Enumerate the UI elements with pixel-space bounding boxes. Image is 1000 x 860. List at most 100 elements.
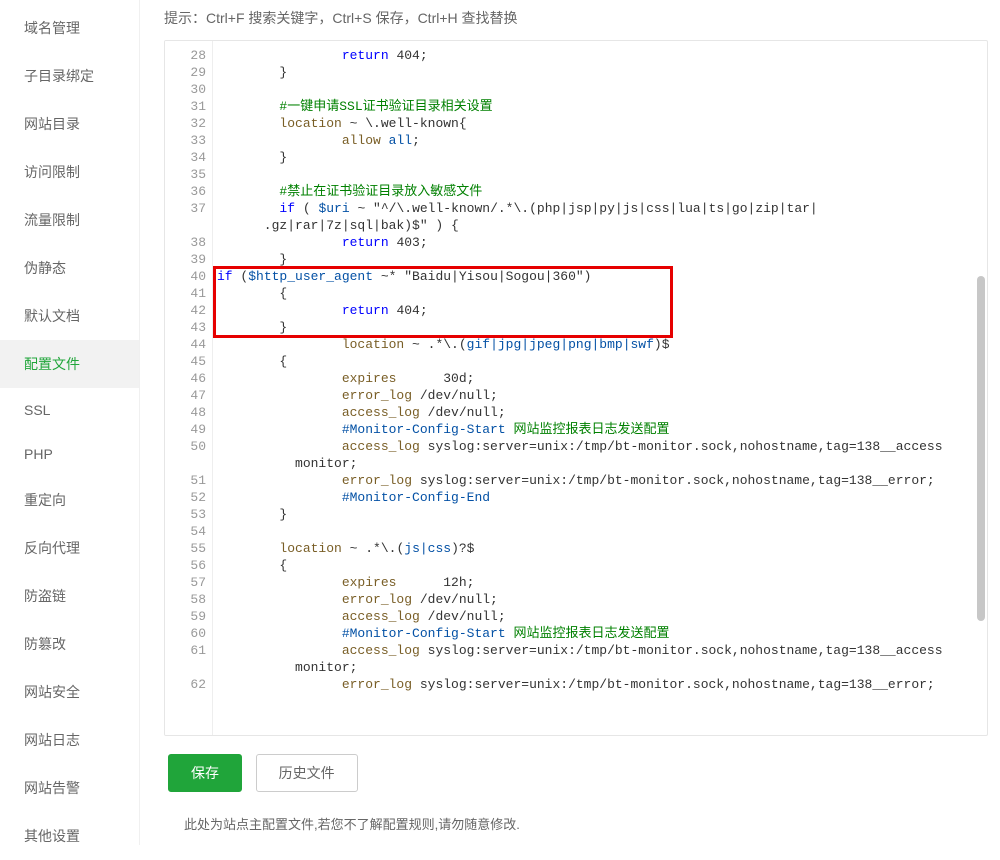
sidebar-item-12[interactable]: 防盗链	[0, 572, 139, 620]
code-line: monitor;	[217, 659, 981, 676]
sidebar-item-1[interactable]: 子目录绑定	[0, 52, 139, 100]
line-number: 55	[165, 540, 206, 557]
code-line: error_log syslog:server=unix:/tmp/bt-mon…	[217, 472, 981, 489]
code-line: }	[217, 251, 981, 268]
line-number: 62	[165, 676, 206, 693]
code-line: access_log syslog:server=unix:/tmp/bt-mo…	[217, 438, 981, 455]
code-line: expires 30d;	[217, 370, 981, 387]
code-line: #禁止在证书验证目录放入敏感文件	[217, 183, 981, 200]
line-number: 49	[165, 421, 206, 438]
code-line: }	[217, 319, 981, 336]
code-line: return 403;	[217, 234, 981, 251]
sidebar-item-10[interactable]: 重定向	[0, 476, 139, 524]
sidebar-item-5[interactable]: 伪静态	[0, 244, 139, 292]
sidebar: 域名管理子目录绑定网站目录访问限制流量限制伪静态默认文档配置文件SSLPHP重定…	[0, 0, 140, 845]
line-number: 54	[165, 523, 206, 540]
sidebar-item-9[interactable]: PHP	[0, 432, 139, 476]
code-line: #Monitor-Config-Start 网站监控报表日志发送配置	[217, 625, 981, 642]
code-line: expires 12h;	[217, 574, 981, 591]
line-number: 31	[165, 98, 206, 115]
code-line: return 404;	[217, 47, 981, 64]
code-line: error_log syslog:server=unix:/tmp/bt-mon…	[217, 676, 981, 693]
line-number: 56	[165, 557, 206, 574]
code-line: error_log /dev/null;	[217, 387, 981, 404]
line-number: 35	[165, 166, 206, 183]
code-line: location ~ .*\.(gif|jpg|jpeg|png|bmp|swf…	[217, 336, 981, 353]
sidebar-item-11[interactable]: 反向代理	[0, 524, 139, 572]
line-number: 29	[165, 64, 206, 81]
sidebar-item-2[interactable]: 网站目录	[0, 100, 139, 148]
line-number: 38	[165, 234, 206, 251]
line-number: 61	[165, 642, 206, 659]
line-number: 36	[165, 183, 206, 200]
line-number: 33	[165, 132, 206, 149]
line-number: 41	[165, 285, 206, 302]
line-number: 60	[165, 625, 206, 642]
code-line: }	[217, 64, 981, 81]
code-line: allow all;	[217, 132, 981, 149]
line-number	[165, 659, 206, 676]
code-line: access_log /dev/null;	[217, 608, 981, 625]
code-line: #一键申请SSL证书验证目录相关设置	[217, 98, 981, 115]
sidebar-item-13[interactable]: 防篡改	[0, 620, 139, 668]
line-number: 34	[165, 149, 206, 166]
main-panel: 提示：Ctrl+F 搜索关键字，Ctrl+S 保存，Ctrl+H 查找替换 28…	[140, 0, 1000, 845]
line-number: 28	[165, 47, 206, 64]
line-number: 46	[165, 370, 206, 387]
sidebar-item-3[interactable]: 访问限制	[0, 148, 139, 196]
code-line: .gz|rar|7z|sql|bak)$" ) {	[217, 217, 981, 234]
sidebar-item-4[interactable]: 流量限制	[0, 196, 139, 244]
code-editor[interactable]: 2829303132333435363738394041424344454647…	[164, 40, 988, 736]
code-line: access_log /dev/null;	[217, 404, 981, 421]
save-button[interactable]: 保存	[168, 754, 242, 792]
code-line: return 404;	[217, 302, 981, 319]
line-number: 44	[165, 336, 206, 353]
code-line: }	[217, 149, 981, 166]
code-line: if ($http_user_agent ~* "Baidu|Yisou|Sog…	[217, 268, 981, 285]
line-number: 45	[165, 353, 206, 370]
line-number: 32	[165, 115, 206, 132]
line-gutter: 2829303132333435363738394041424344454647…	[165, 41, 213, 735]
line-number: 47	[165, 387, 206, 404]
code-line: if ( $uri ~ "^/\.well-known/.*\.(php|jsp…	[217, 200, 981, 217]
sidebar-item-6[interactable]: 默认文档	[0, 292, 139, 340]
code-line: monitor;	[217, 455, 981, 472]
sidebar-item-14[interactable]: 网站安全	[0, 668, 139, 716]
button-bar: 保存 历史文件	[164, 736, 988, 792]
code-line: location ~ .*\.(js|css)?$	[217, 540, 981, 557]
code-line: {	[217, 353, 981, 370]
line-number	[165, 455, 206, 472]
code-line: }	[217, 506, 981, 523]
sidebar-item-7[interactable]: 配置文件	[0, 340, 139, 388]
code-line: {	[217, 557, 981, 574]
scrollbar-thumb[interactable]	[977, 276, 985, 621]
line-number: 57	[165, 574, 206, 591]
line-number: 59	[165, 608, 206, 625]
footer-note: 此处为站点主配置文件,若您不了解配置规则,请勿随意修改.	[164, 792, 988, 833]
sidebar-item-17[interactable]: 其他设置	[0, 812, 139, 860]
line-number	[165, 217, 206, 234]
hint-text: 提示：Ctrl+F 搜索关键字，Ctrl+S 保存，Ctrl+H 查找替换	[164, 0, 988, 40]
line-number: 40	[165, 268, 206, 285]
line-number: 43	[165, 319, 206, 336]
line-number: 51	[165, 472, 206, 489]
code-area[interactable]: return 404; } #一键申请SSL证书验证目录相关设置 locatio…	[213, 41, 987, 735]
line-number: 37	[165, 200, 206, 217]
line-number: 48	[165, 404, 206, 421]
code-line: access_log syslog:server=unix:/tmp/bt-mo…	[217, 642, 981, 659]
sidebar-item-8[interactable]: SSL	[0, 388, 139, 432]
sidebar-item-0[interactable]: 域名管理	[0, 4, 139, 52]
sidebar-item-15[interactable]: 网站日志	[0, 716, 139, 764]
line-number: 30	[165, 81, 206, 98]
line-number: 58	[165, 591, 206, 608]
code-line	[217, 523, 981, 540]
code-line: location ~ \.well-known{	[217, 115, 981, 132]
line-number: 52	[165, 489, 206, 506]
line-number: 50	[165, 438, 206, 455]
sidebar-item-16[interactable]: 网站告警	[0, 764, 139, 812]
line-number: 39	[165, 251, 206, 268]
app: 域名管理子目录绑定网站目录访问限制流量限制伪静态默认文档配置文件SSLPHP重定…	[0, 0, 1000, 845]
code-line	[217, 166, 981, 183]
code-line: #Monitor-Config-End	[217, 489, 981, 506]
history-button[interactable]: 历史文件	[256, 754, 358, 792]
